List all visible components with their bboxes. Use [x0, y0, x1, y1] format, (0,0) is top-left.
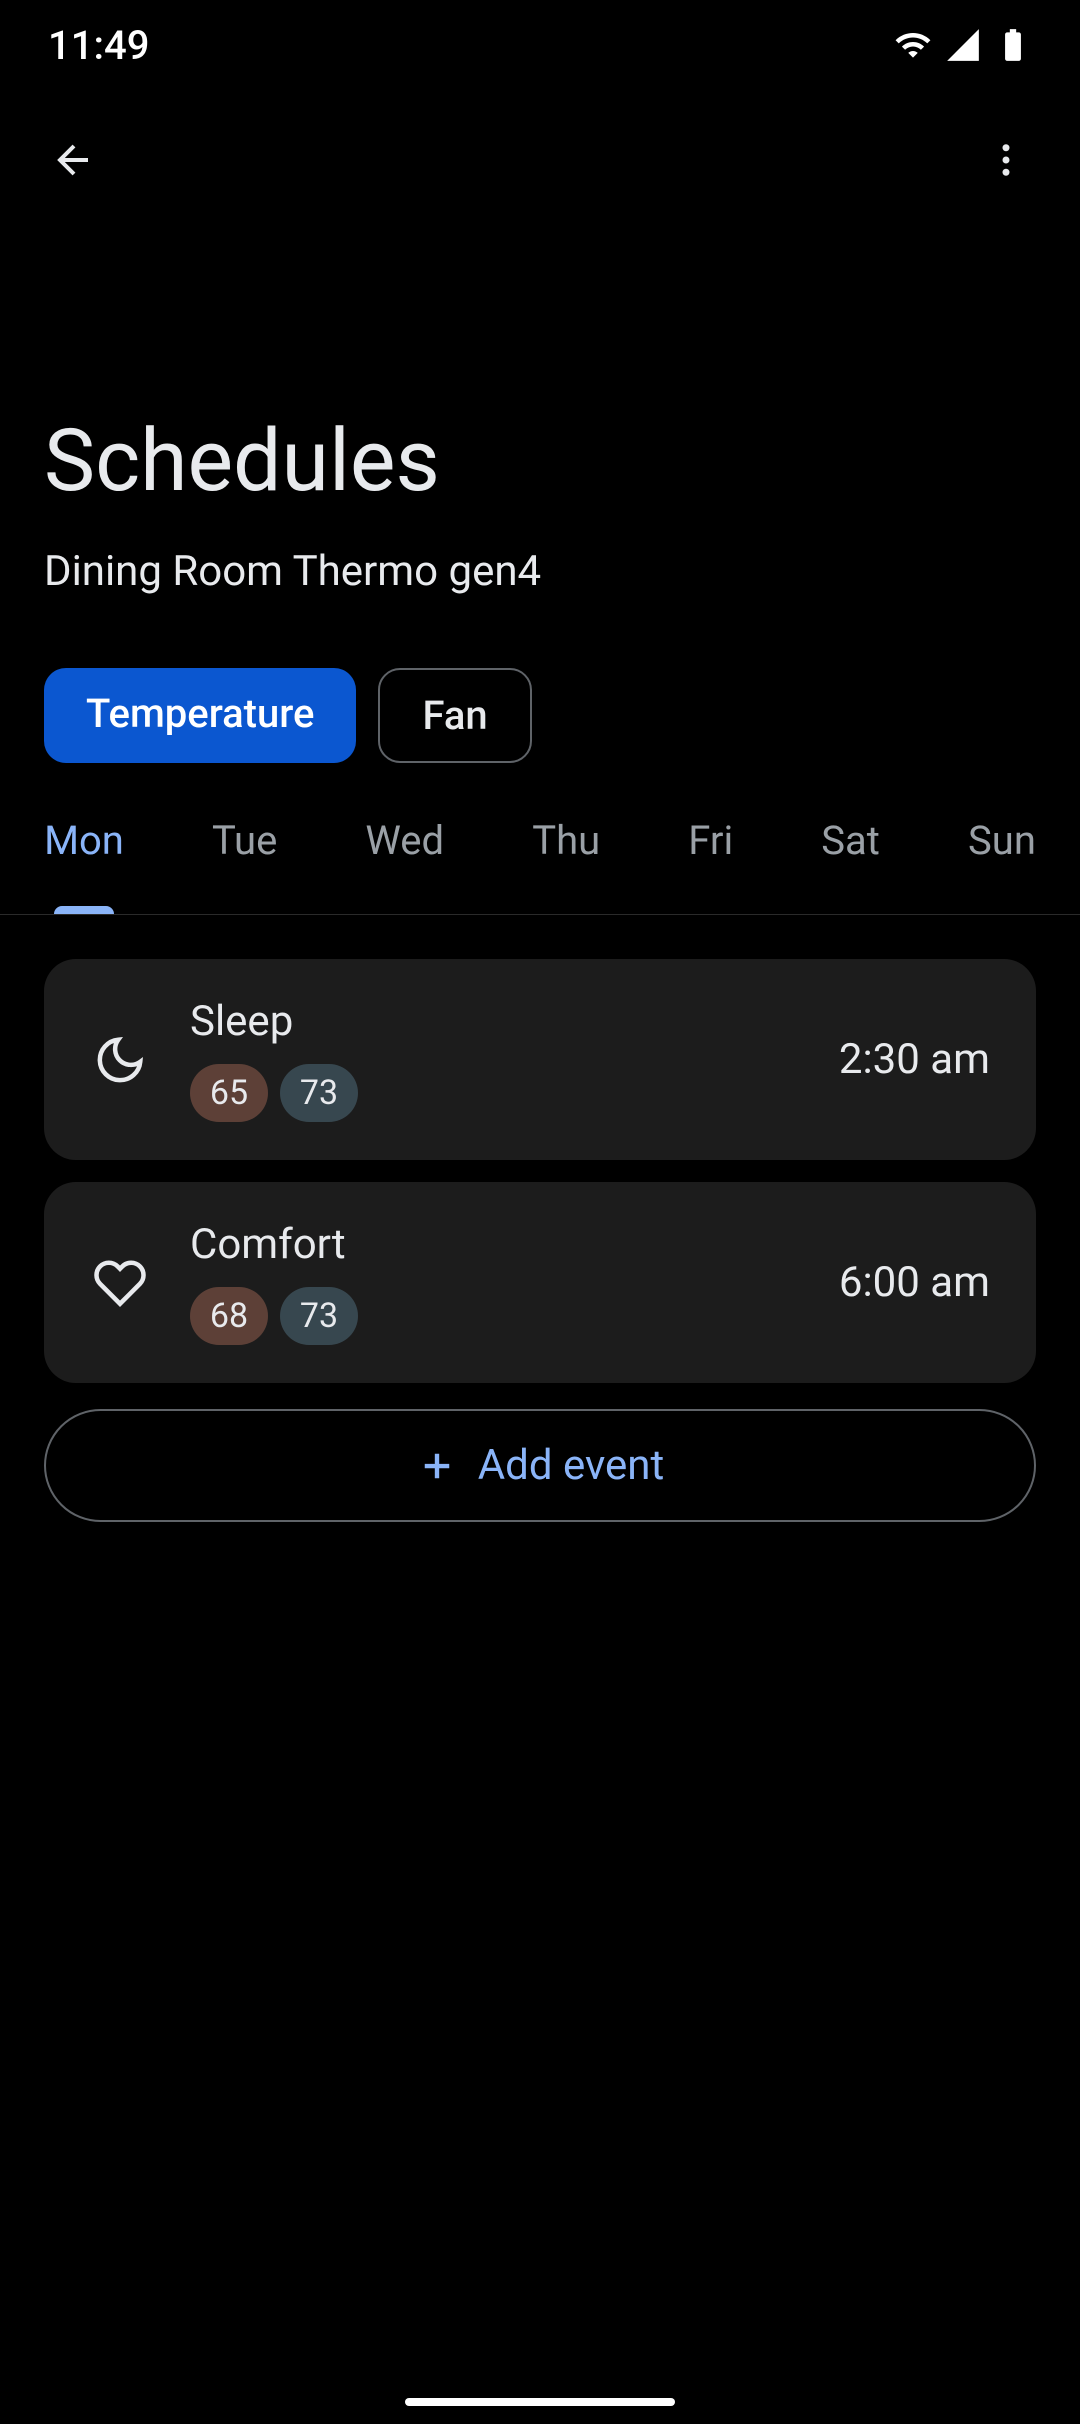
temp-pills: 65 73: [190, 1064, 799, 1122]
status-bar: 11:49: [0, 0, 1080, 90]
tab-fan[interactable]: Fan: [378, 668, 531, 763]
heat-temp: 65: [190, 1064, 268, 1122]
cool-temp: 73: [280, 1064, 358, 1122]
day-tab-fri[interactable]: Fri: [674, 817, 747, 884]
mode-tabs: Temperature Fan: [0, 596, 1080, 763]
event-comfort[interactable]: Comfort 68 73 6:00 am: [44, 1182, 1036, 1383]
cellular-icon: [944, 26, 982, 64]
plus-icon: [416, 1445, 458, 1487]
day-tab-tue[interactable]: Tue: [198, 817, 291, 884]
cool-temp: 73: [280, 1287, 358, 1345]
event-sleep[interactable]: Sleep 65 73 2:30 am: [44, 959, 1036, 1160]
add-event-label: Add event: [478, 1441, 664, 1490]
home-indicator[interactable]: [405, 2398, 675, 2406]
more-vert-icon: [985, 139, 1027, 181]
header: Schedules Dining Room Thermo gen4: [0, 230, 1080, 596]
status-icons: [894, 26, 1032, 64]
day-tab-wed[interactable]: Wed: [351, 817, 458, 884]
day-tab-mon[interactable]: Mon: [30, 817, 138, 884]
battery-icon: [994, 26, 1032, 64]
day-tab-sat[interactable]: Sat: [807, 817, 894, 884]
day-tab-sun[interactable]: Sun: [954, 817, 1050, 884]
status-time: 11:49: [48, 22, 149, 69]
event-content: Comfort 68 73: [190, 1220, 799, 1345]
add-event-button[interactable]: Add event: [44, 1409, 1036, 1522]
back-button[interactable]: [38, 124, 110, 196]
event-content: Sleep 65 73: [190, 997, 799, 1122]
tab-temperature[interactable]: Temperature: [44, 668, 356, 763]
app-bar: [0, 90, 1080, 230]
event-name: Comfort: [190, 1220, 799, 1269]
more-button[interactable]: [970, 124, 1042, 196]
heart-icon: [90, 1253, 150, 1313]
day-tab-thu[interactable]: Thu: [518, 817, 614, 884]
temp-pills: 68 73: [190, 1287, 799, 1345]
page-title: Schedules: [44, 410, 1036, 511]
wifi-icon: [894, 26, 932, 64]
heat-temp: 68: [190, 1287, 268, 1345]
event-time: 6:00 am: [839, 1258, 990, 1307]
event-name: Sleep: [190, 997, 799, 1046]
events-list: Sleep 65 73 2:30 am Comfort 68 73 6:00 a…: [0, 915, 1080, 1522]
event-time: 2:30 am: [839, 1035, 990, 1084]
moon-icon: [90, 1030, 150, 1090]
arrow-back-icon: [50, 136, 98, 184]
day-tabs: Mon Tue Wed Thu Fri Sat Sun: [0, 763, 1080, 915]
subtitle: Dining Room Thermo gen4: [44, 547, 1036, 596]
